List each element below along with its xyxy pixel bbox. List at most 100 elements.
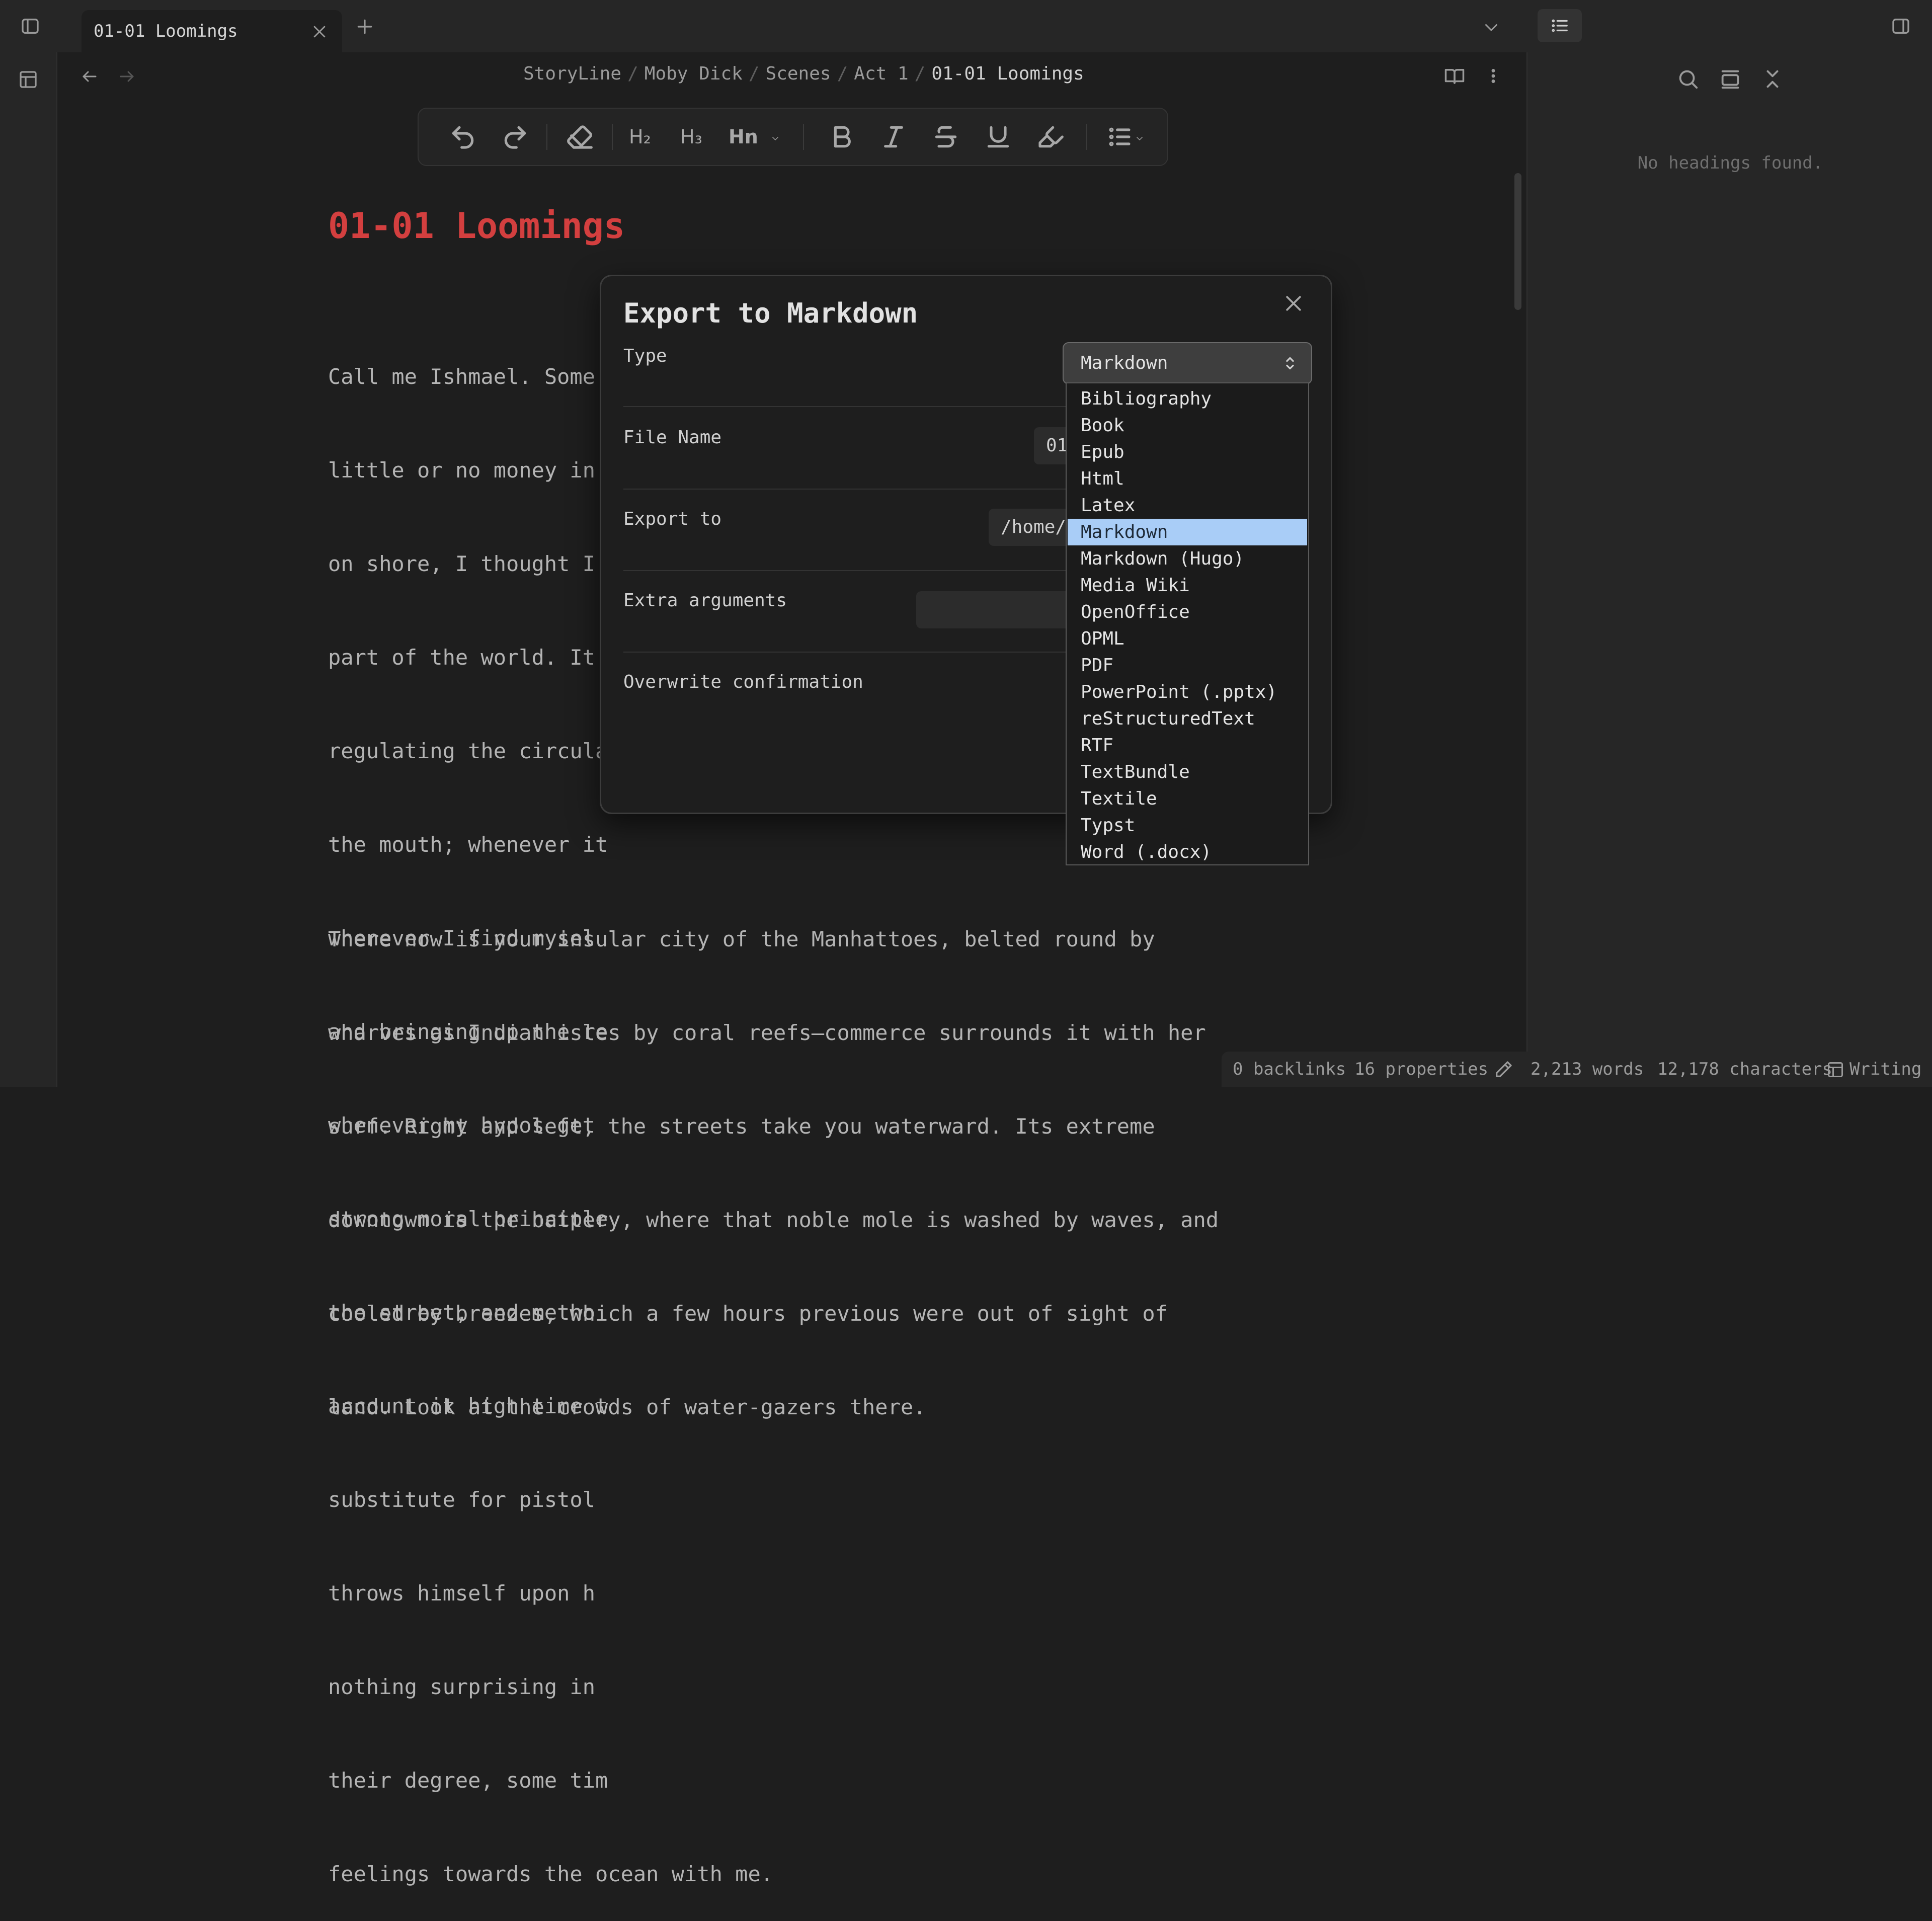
paragraph-2: There now is your insular city of the Ma… [328, 861, 1219, 1454]
layout-icon[interactable] [18, 69, 38, 90]
breadcrumb-separator: / [914, 63, 926, 84]
option-rtf[interactable]: RTF [1068, 732, 1307, 759]
collapse-all-icon[interactable] [1761, 67, 1784, 91]
heading-n-button[interactable]: Hn [729, 123, 758, 151]
breadcrumb-separator: / [748, 63, 760, 84]
paragraph-line: downtown is the battery, where that nobl… [328, 1208, 1219, 1232]
option-typst[interactable]: Typst [1068, 812, 1307, 839]
toolbar-divider [546, 124, 547, 150]
type-select-value: Markdown [1081, 353, 1168, 373]
breadcrumb-item[interactable]: Scenes [766, 63, 831, 84]
eraser-icon[interactable] [566, 123, 594, 151]
formatting-toolbar: H₂ H₃ Hn [418, 108, 1168, 166]
option-powerpoint[interactable]: PowerPoint (.pptx) [1068, 679, 1307, 705]
more-options-icon[interactable] [1484, 65, 1502, 87]
type-select[interactable]: Markdown [1063, 342, 1312, 384]
option-word[interactable]: Word (.docx) [1068, 839, 1307, 865]
option-media-wiki[interactable]: Media Wiki [1068, 572, 1307, 599]
option-markdown[interactable]: Markdown [1068, 519, 1307, 545]
editor-scrollbar[interactable] [1514, 173, 1521, 310]
sidebar-toggle-icon[interactable] [19, 16, 41, 36]
word-count: 2,213 words [1531, 1059, 1644, 1079]
breadcrumb-current: 01-01 Loomings [931, 63, 1084, 84]
reading-view-book-icon[interactable] [1444, 65, 1465, 87]
option-latex[interactable]: Latex [1068, 492, 1307, 519]
paragraph-line: substitute for pistol [328, 1487, 596, 1512]
status-bar: 0 backlinks 16 properties 2,213 words 12… [1222, 1052, 1932, 1087]
breadcrumb-item[interactable]: StoryLine [523, 63, 621, 84]
extra-arguments-label: Extra arguments [623, 590, 787, 611]
type-dropdown-list: Bibliography Book Epub Html Latex Markdo… [1066, 382, 1309, 865]
paragraph-line: throws himself upon h [328, 1581, 596, 1606]
option-openoffice[interactable]: OpenOffice [1068, 599, 1307, 625]
highlighter-icon[interactable] [1036, 123, 1065, 151]
chevron-up-down-icon [1281, 354, 1299, 372]
list-menu-chevron-icon [1135, 134, 1144, 143]
paragraph-line: surf. Right and left, the streets take y… [328, 1114, 1155, 1139]
close-icon[interactable] [1282, 292, 1305, 314]
strikethrough-icon[interactable] [932, 123, 960, 151]
heading-3-button[interactable]: H₃ [680, 123, 702, 151]
option-epub[interactable]: Epub [1068, 439, 1307, 465]
new-tab-icon[interactable] [355, 17, 374, 36]
list-icon [1550, 16, 1570, 35]
search-icon[interactable] [1676, 67, 1700, 91]
tab-loomings[interactable]: 01-01 Loomings [82, 10, 342, 52]
italic-icon[interactable] [879, 123, 908, 151]
breadcrumb-separator: / [837, 63, 848, 84]
bold-icon[interactable] [827, 123, 855, 151]
export-to-label: Export to [623, 509, 722, 529]
forward-arrow-icon[interactable] [118, 67, 136, 86]
paragraph-line: There now is your insular city of the Ma… [328, 927, 1155, 951]
underline-icon[interactable] [984, 123, 1012, 151]
heading-n-chevron-icon [771, 134, 780, 143]
paragraph-line: wharves as Indian isles by coral reefs—c… [328, 1020, 1206, 1045]
paragraph-line: cooled by breezes, which a few hours pre… [328, 1301, 1168, 1326]
tab-list-chevron-icon[interactable] [1482, 18, 1500, 36]
properties-count[interactable]: 16 properties [1354, 1052, 1488, 1087]
option-pdf[interactable]: PDF [1068, 652, 1307, 679]
paragraph-line: nothing surprising in [328, 1674, 596, 1699]
tab-bar: 01-01 Loomings [0, 0, 1932, 52]
right-sidebar: No headings found. [1526, 52, 1932, 1087]
left-ribbon [0, 52, 57, 1087]
right-sidebar-toggle-icon[interactable] [1890, 16, 1912, 36]
option-textbundle[interactable]: TextBundle [1068, 759, 1307, 785]
pencil-icon[interactable] [1493, 1060, 1513, 1080]
character-count: 12,178 characters [1657, 1059, 1832, 1079]
heading-2-button[interactable]: H₂ [629, 123, 651, 151]
option-markdown-hugo[interactable]: Markdown (Hugo) [1068, 545, 1307, 572]
redo-icon[interactable] [501, 123, 529, 151]
breadcrumb-item[interactable]: Act 1 [854, 63, 908, 84]
paragraph-line: land. Look at the crowds of water-gazers… [328, 1395, 926, 1419]
outline-empty-text: No headings found. [1637, 153, 1823, 173]
paragraph-line: the mouth; whenever it [328, 832, 608, 857]
document-title: 01-01 Loomings [328, 205, 625, 247]
paragraph-line: their degree, some tim [328, 1768, 608, 1793]
file-name-label: File Name [623, 427, 722, 448]
dialog-title: Export to Markdown [623, 297, 918, 329]
breadcrumb-item[interactable]: Moby Dick [645, 63, 743, 84]
toolbar-divider [1086, 124, 1087, 150]
backlinks-count[interactable]: 0 backlinks [1233, 1052, 1346, 1087]
option-html[interactable]: Html [1068, 465, 1307, 492]
layout-icon[interactable] [1826, 1061, 1844, 1079]
option-restructuredtext[interactable]: reStructuredText [1068, 705, 1307, 732]
option-book[interactable]: Book [1068, 412, 1307, 439]
option-textile[interactable]: Textile [1068, 785, 1307, 812]
option-opml[interactable]: OPML [1068, 625, 1307, 652]
mode-label[interactable]: Writing [1849, 1052, 1921, 1087]
toolbar-divider [803, 124, 804, 150]
breadcrumb: StoryLine / Moby Dick / Scenes / Act 1/01-01 L… [523, 63, 1084, 84]
paragraph-line: feelings towards the ocean with me. [328, 1862, 774, 1886]
toolbar-divider [612, 124, 613, 150]
undo-icon[interactable] [449, 123, 477, 151]
type-label: Type [623, 346, 667, 366]
outline-tab-button[interactable] [1538, 9, 1582, 42]
collapse-view-icon[interactable] [1719, 67, 1742, 91]
back-arrow-icon[interactable] [80, 67, 99, 86]
option-bibliography[interactable]: Bibliography [1068, 385, 1307, 412]
list-menu-icon[interactable] [1108, 123, 1136, 151]
tab-close-icon[interactable] [311, 23, 328, 40]
tab-title: 01-01 Loomings [94, 21, 238, 41]
